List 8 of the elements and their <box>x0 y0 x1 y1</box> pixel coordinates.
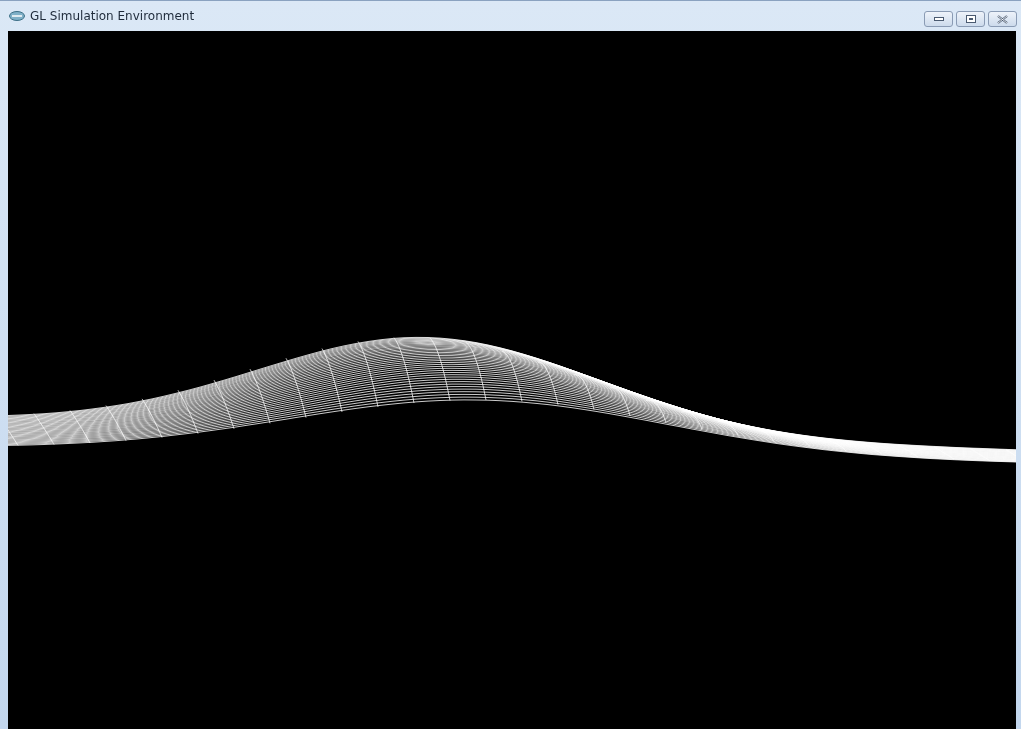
window-title: GL Simulation Environment <box>30 9 196 23</box>
app-icon <box>9 11 25 21</box>
minimize-button[interactable] <box>924 11 953 27</box>
maximize-button[interactable] <box>956 11 985 27</box>
close-button[interactable] <box>988 11 1017 27</box>
close-icon <box>997 14 1008 24</box>
minimize-icon <box>933 17 944 21</box>
maximize-icon <box>965 15 976 23</box>
